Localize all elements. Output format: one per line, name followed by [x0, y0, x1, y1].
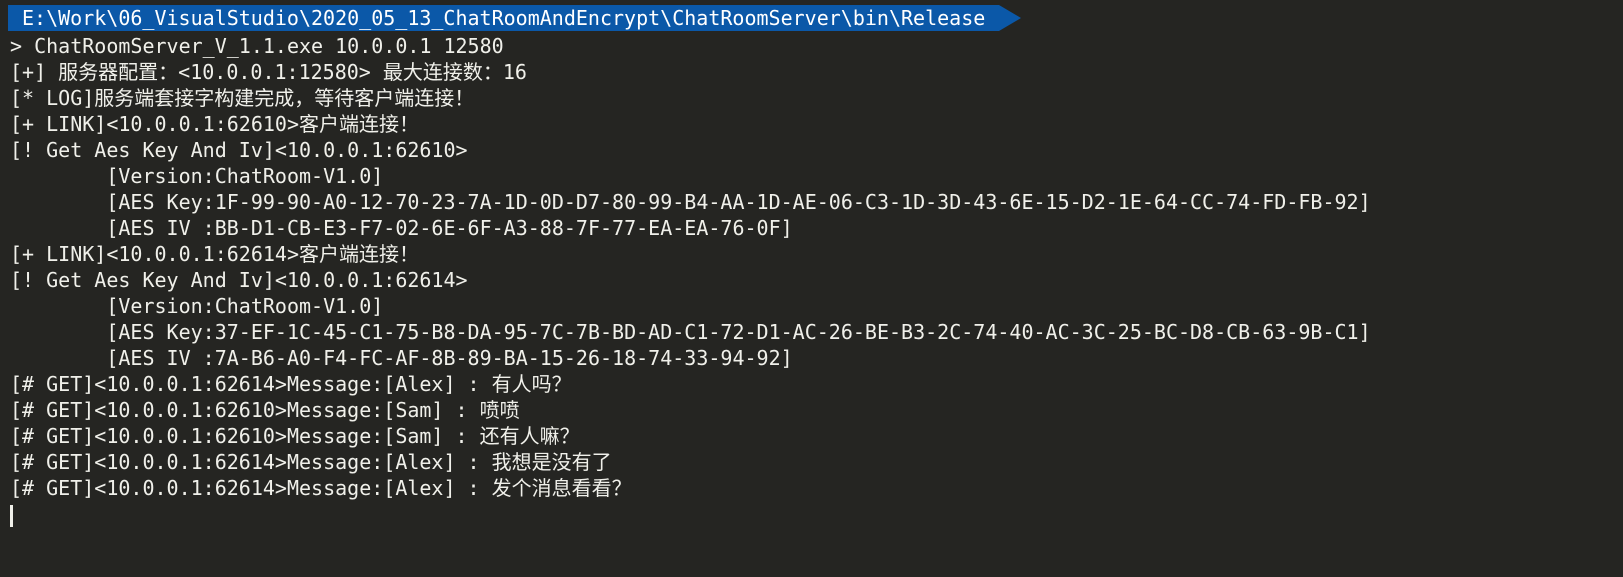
- terminal-line: [Version:ChatRoom-V1.0]: [10, 164, 384, 188]
- terminal-line: [# GET]<10.0.0.1:62614>Message:[Alex] : …: [10, 450, 612, 474]
- terminal-input-line[interactable]: [10, 501, 1371, 527]
- terminal-line: [+ LINK]<10.0.0.1:62614>客户端连接！: [10, 242, 419, 266]
- terminal-output: > ChatRoomServer_V_1.1.exe 10.0.0.1 1258…: [10, 33, 1371, 527]
- text-cursor: [10, 504, 13, 527]
- terminal-window[interactable]: E:\Work\06_VisualStudio\2020_05_13_ChatR…: [0, 0, 1623, 577]
- terminal-line: [+ LINK]<10.0.0.1:62610>客户端连接！: [10, 112, 419, 136]
- terminal-line: [Version:ChatRoom-V1.0]: [10, 294, 384, 318]
- terminal-line: [+] 服务器配置：<10.0.0.1:12580> 最大连接数：16: [10, 60, 527, 84]
- terminal-line: [AES Key:1F-99-90-A0-12-70-23-7A-1D-0D-D…: [10, 190, 1371, 214]
- terminal-line: [! Get Aes Key And Iv]<10.0.0.1:62610>: [10, 138, 468, 162]
- terminal-line: [! Get Aes Key And Iv]<10.0.0.1:62614>: [10, 268, 468, 292]
- terminal-line: [AES IV :BB-D1-CB-E3-F7-02-6E-6F-A3-88-7…: [10, 216, 793, 240]
- terminal-line: [AES Key:37-EF-1C-45-C1-75-B8-DA-95-7C-7…: [10, 320, 1371, 344]
- terminal-line: [AES IV :7A-B6-A0-F4-FC-AF-8B-89-BA-15-2…: [10, 346, 793, 370]
- terminal-line: [* LOG]服务端套接字构建完成，等待客户端连接！: [10, 86, 475, 110]
- terminal-line: [# GET]<10.0.0.1:62614>Message:[Alex] : …: [10, 372, 572, 396]
- terminal-line: > ChatRoomServer_V_1.1.exe 10.0.0.1 1258…: [10, 34, 504, 58]
- prompt-path-segment: E:\Work\06_VisualStudio\2020_05_13_ChatR…: [8, 5, 1022, 31]
- prompt-path: E:\Work\06_VisualStudio\2020_05_13_ChatR…: [8, 5, 1000, 31]
- terminal-line: [# GET]<10.0.0.1:62610>Message:[Sam] : 还…: [10, 424, 580, 448]
- prompt-arrow-icon: [999, 5, 1022, 31]
- terminal-line: [# GET]<10.0.0.1:62614>Message:[Alex] : …: [10, 476, 632, 500]
- terminal-line: [# GET]<10.0.0.1:62610>Message:[Sam] : 喷…: [10, 398, 520, 422]
